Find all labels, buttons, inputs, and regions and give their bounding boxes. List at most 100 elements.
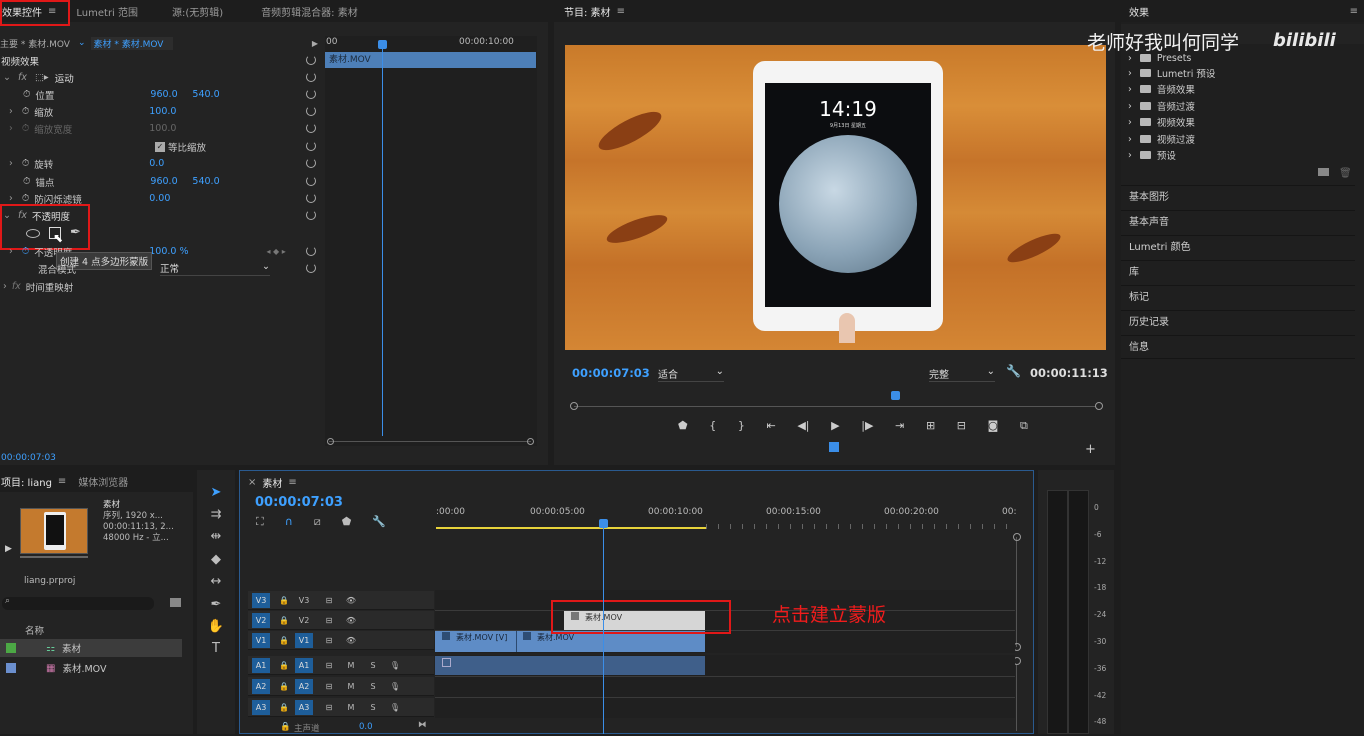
snap-icon[interactable]: ∩: [285, 515, 293, 529]
mute-button[interactable]: M: [342, 679, 360, 694]
microphone-icon[interactable]: 🎙: [386, 679, 404, 694]
panel-lumetri-color[interactable]: Lumetri 颜色: [1121, 235, 1355, 259]
settings-wrench-icon[interactable]: 🔧: [372, 515, 386, 529]
go-to-end-icon[interactable]: ⧓: [418, 720, 427, 730]
clip-a1[interactable]: [435, 656, 705, 675]
track-label-a1[interactable]: A1: [295, 658, 313, 673]
panel-info[interactable]: 信息: [1121, 335, 1355, 359]
lock-icon[interactable]: 🔒: [275, 679, 293, 694]
reset-icon[interactable]: [306, 193, 316, 203]
microphone-icon[interactable]: 🎙: [386, 658, 404, 673]
add-marker-icon[interactable]: ⬟: [678, 419, 688, 435]
motion-row[interactable]: ⌄ fx ⬚▸ 运动: [0, 69, 322, 86]
chevron-right-icon[interactable]: ›: [9, 158, 13, 169]
panel-menu-icon[interactable]: ≡: [288, 477, 296, 488]
mini-playhead-handle[interactable]: [378, 40, 387, 49]
type-tool-icon[interactable]: T: [207, 640, 225, 658]
play-thumbnail-icon[interactable]: ▶: [5, 544, 12, 554]
stopwatch-icon[interactable]: ⏱: [22, 193, 29, 204]
stopwatch-icon[interactable]: ⏱: [23, 176, 30, 187]
sync-lock-icon[interactable]: ⊟: [320, 679, 338, 694]
eye-icon[interactable]: 👁: [342, 633, 360, 648]
track-label-a2[interactable]: A2: [295, 679, 313, 694]
anchor-x-value[interactable]: 960.0: [150, 176, 192, 187]
tab-lumetri-scopes[interactable]: Lumetri 范围: [76, 4, 138, 19]
effects-item-audio-transitions[interactable]: › 音频过渡: [1128, 98, 1195, 114]
go-to-out-icon[interactable]: ⇥: [895, 419, 904, 435]
sequence-clip-label[interactable]: 素材 * 素材.MOV: [91, 36, 174, 50]
project-thumbnail[interactable]: [20, 508, 88, 554]
overwrite-icon[interactable]: ⊟: [957, 419, 966, 435]
mini-playhead[interactable]: [382, 40, 383, 436]
scrubber-end-right[interactable]: [1095, 402, 1103, 410]
stopwatch-icon[interactable]: ⏱: [22, 246, 29, 257]
source-patch-v3[interactable]: V3: [252, 593, 270, 608]
work-area-bar[interactable]: [436, 527, 706, 529]
camera-icon[interactable]: ◙: [988, 419, 999, 435]
chevron-right-icon[interactable]: ›: [9, 106, 13, 117]
stopwatch-icon[interactable]: ⏱: [22, 158, 29, 169]
keyframe-nav-icon[interactable]: ◂ ◆ ▸: [266, 247, 285, 256]
mute-button[interactable]: M: [342, 700, 360, 715]
source-patch-v1[interactable]: V1: [252, 633, 270, 648]
source-patch-a2[interactable]: A2: [252, 679, 270, 694]
timeline-vscroll-lower[interactable]: [1016, 665, 1017, 731]
sync-lock-icon[interactable]: ⊟: [320, 593, 338, 608]
tab-audio-mixer[interactable]: 音频剪辑混合器: 素材: [261, 4, 358, 19]
track-label-a3[interactable]: A3: [295, 700, 313, 715]
reset-icon[interactable]: [306, 123, 316, 133]
panel-markers[interactable]: 标记: [1121, 285, 1355, 309]
panel-essential-sound[interactable]: 基本声音: [1121, 210, 1355, 234]
slip-tool-icon[interactable]: ↔: [207, 573, 225, 591]
track-label-v2[interactable]: V2: [295, 613, 313, 628]
mini-clip-bar[interactable]: 素材.MOV: [325, 52, 536, 68]
motion-transform-icon[interactable]: ⬚▸: [35, 72, 49, 83]
tab-effects[interactable]: 效果: [1129, 4, 1149, 19]
track-label-v3[interactable]: V3: [295, 593, 313, 608]
mini-scroll-knob-left[interactable]: [327, 438, 334, 445]
chevron-right-icon[interactable]: ›: [3, 281, 7, 292]
lock-icon[interactable]: 🔒: [275, 633, 293, 648]
razor-tool-icon[interactable]: ◆: [207, 551, 225, 569]
pen-tool-icon[interactable]: ✒: [207, 596, 225, 614]
reset-icon[interactable]: [306, 72, 316, 82]
project-item-sequence[interactable]: ⚏ 素材: [0, 639, 182, 657]
master-clip-label[interactable]: 主要 * 素材.MOV: [0, 37, 70, 50]
selection-tool-icon[interactable]: ➤: [207, 484, 225, 502]
effects-item-video-effects[interactable]: › 视频效果: [1128, 114, 1195, 130]
lock-icon[interactable]: 🔒: [275, 613, 293, 628]
project-search-input[interactable]: ⌕: [2, 596, 154, 610]
lock-icon[interactable]: 🔒: [275, 593, 293, 608]
chevron-right-icon[interactable]: ›: [9, 193, 13, 204]
go-to-in-icon[interactable]: ⇤: [766, 419, 775, 435]
sync-lock-icon[interactable]: ⊟: [320, 633, 338, 648]
timeline-vscroll-knob[interactable]: [1013, 533, 1021, 541]
program-timecode[interactable]: 00:00:07:03: [572, 366, 650, 380]
eye-icon[interactable]: 👁: [342, 613, 360, 628]
tab-program[interactable]: 节目: 素材: [564, 4, 611, 19]
panel-menu-icon[interactable]: ≡: [617, 6, 625, 17]
chevron-right-icon[interactable]: ›: [9, 246, 13, 257]
lock-icon[interactable]: 🔒: [275, 700, 293, 715]
stopwatch-icon[interactable]: ⏱: [22, 106, 29, 117]
project-item-clip[interactable]: ▦ 素材.MOV: [0, 659, 182, 677]
fit-dropdown[interactable]: 适合 ⌄: [658, 366, 724, 382]
source-patch-a1[interactable]: A1: [252, 658, 270, 673]
program-video-frame[interactable]: 14:19 9月13日 星期五: [565, 45, 1106, 350]
timeline-playhead-line[interactable]: [603, 527, 604, 734]
step-back-icon[interactable]: ◀|: [797, 419, 809, 435]
nest-icon[interactable]: ⛶: [256, 515, 264, 529]
reset-icon[interactable]: [306, 246, 316, 256]
position-x-value[interactable]: 960.0: [150, 89, 192, 100]
lock-icon[interactable]: 🔒: [275, 658, 293, 673]
effects-item-user-presets[interactable]: › 预设: [1128, 147, 1176, 163]
panel-menu-icon[interactable]: ≡: [1350, 6, 1358, 17]
label-color-swatch[interactable]: [6, 663, 16, 673]
sync-lock-icon[interactable]: ⊟: [320, 700, 338, 715]
mark-in-icon[interactable]: {: [709, 419, 716, 435]
reset-icon[interactable]: [306, 89, 316, 99]
clip-v1-a[interactable]: 素材.MOV [V]: [435, 631, 517, 652]
anchor-y-value[interactable]: 540.0: [192, 176, 219, 187]
solo-button[interactable]: S: [364, 700, 382, 715]
microphone-icon[interactable]: 🎙: [386, 700, 404, 715]
